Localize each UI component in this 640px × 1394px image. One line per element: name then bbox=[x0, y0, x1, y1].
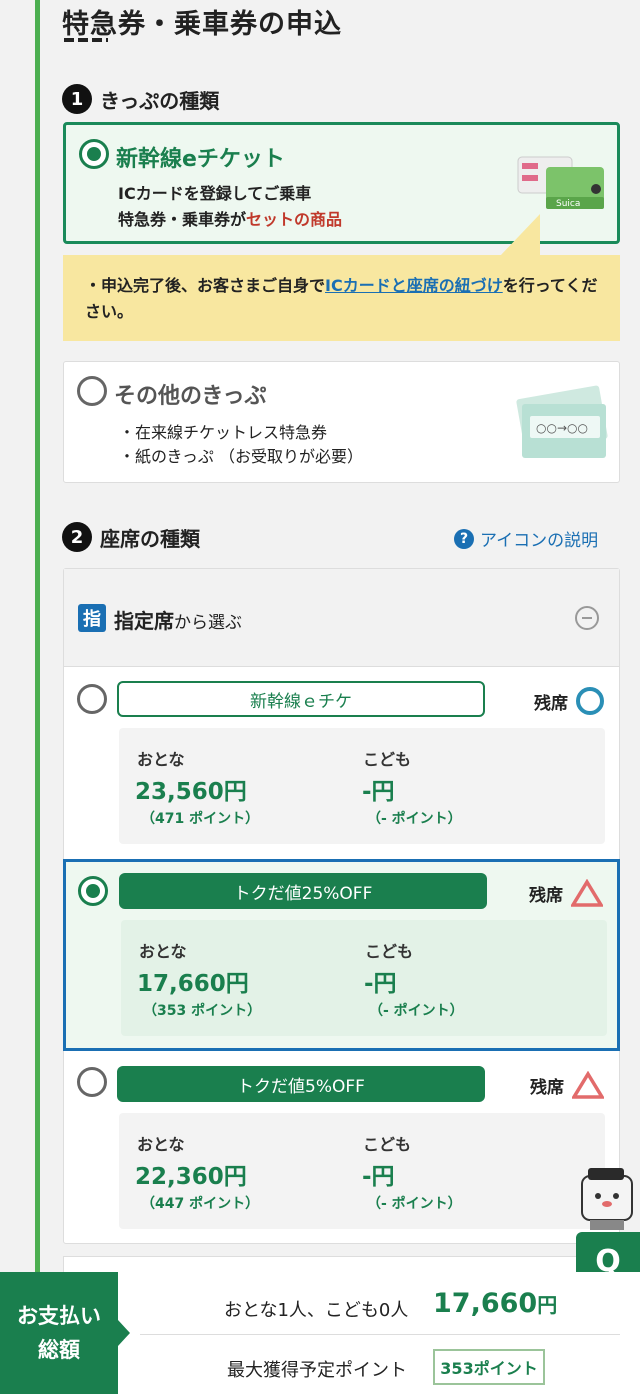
radio-fare-eticket[interactable] bbox=[77, 684, 107, 714]
radio-other[interactable] bbox=[77, 376, 107, 406]
payment-total-label: お支払い 総額 bbox=[0, 1272, 130, 1394]
reserved-seat-label: 指定席から選ぶ bbox=[114, 609, 242, 633]
eticket-desc-1: ICカードを登録してご乗車 bbox=[118, 184, 312, 203]
seat-availability: 残席 bbox=[530, 1071, 604, 1099]
radio-fare-toku5[interactable] bbox=[77, 1067, 107, 1097]
question-icon: ? bbox=[454, 528, 474, 549]
eticket-title: 新幹線eチケット bbox=[116, 147, 285, 172]
other-desc-2: ・紙のきっぷ （お受取りが必要） bbox=[119, 447, 363, 466]
option-other-ticket[interactable]: その他のきっぷ ・在来線チケットレス特急券 ・紙のきっぷ （お受取りが必要） ○… bbox=[63, 361, 620, 483]
paper-ticket-icon: ○○→○○ bbox=[516, 385, 608, 458]
fare-tag: トクだ値5%OFF bbox=[117, 1066, 485, 1102]
fare-option-toku5[interactable]: トクだ値5%OFF 残席 おとな 22,360円 （447 ポイント） こども … bbox=[64, 1053, 619, 1243]
mascot-icon[interactable] bbox=[576, 1166, 638, 1232]
passenger-count: おとな1人、こども0人 bbox=[224, 1300, 409, 1321]
fare-option-eticket[interactable]: 新幹線ｅチケ 残席 おとな 23,560円 （471 ポイント） こども -円 … bbox=[64, 668, 619, 858]
collapse-icon[interactable] bbox=[575, 606, 599, 630]
icon-help-link[interactable]: ? アイコンの説明 bbox=[454, 526, 598, 551]
ticket-type-heading: 1 きっぷの種類 bbox=[62, 84, 219, 114]
seat-availability: 残席 bbox=[534, 687, 604, 715]
footer-divider bbox=[140, 1334, 620, 1335]
available-circle-icon bbox=[576, 687, 604, 715]
fare-price-box: おとな 23,560円 （471 ポイント） こども -円 （- ポイント） bbox=[119, 728, 605, 844]
seat-type-label: 座席の種類 bbox=[100, 526, 200, 551]
points-badge: 353ポイント bbox=[433, 1349, 545, 1385]
svg-text:Suica: Suica bbox=[556, 199, 580, 209]
title-underline bbox=[64, 38, 108, 42]
step-number-1: 1 bbox=[62, 84, 92, 114]
step-number-2: 2 bbox=[62, 522, 92, 552]
notice-pointer bbox=[500, 214, 540, 256]
ticket-type-label: きっぷの種類 bbox=[100, 88, 220, 113]
other-title: その他のきっぷ bbox=[114, 384, 267, 409]
notice-box: ・申込完了後、お客さまご自身でICカードと座席の紐づけを行ってください。 bbox=[63, 255, 620, 341]
radio-fare-toku25[interactable] bbox=[78, 876, 108, 906]
seat-panel: 指 指定席から選ぶ 新幹線ｅチケ 残席 おとな 23,560円 （471 ポイン… bbox=[63, 568, 620, 1244]
few-seats-triangle-icon bbox=[572, 1071, 604, 1099]
reserved-seat-header[interactable]: 指 指定席から選ぶ bbox=[64, 569, 619, 667]
reserved-seat-icon: 指 bbox=[78, 604, 106, 632]
eticket-desc-2: 特急券・乗車券がセットの商品 bbox=[118, 210, 343, 229]
seat-type-heading: 2 座席の種類 bbox=[62, 522, 200, 552]
svg-text:○○→○○: ○○→○○ bbox=[536, 421, 588, 435]
radio-eticket[interactable] bbox=[79, 139, 109, 169]
total-price: 17,660円 bbox=[433, 1288, 558, 1319]
ic-seat-link[interactable]: ICカードと座席の紐づけ bbox=[325, 276, 503, 295]
fare-price-box: おとな 22,360円 （447 ポイント） こども -円 （- ポイント） bbox=[119, 1113, 605, 1229]
few-seats-triangle-icon bbox=[571, 879, 603, 907]
other-desc-1: ・在来線チケットレス特急券 bbox=[119, 423, 328, 442]
progress-rail bbox=[35, 0, 40, 1394]
fare-tag: 新幹線ｅチケ bbox=[117, 681, 485, 717]
ic-card-icon: Suica bbox=[517, 156, 604, 209]
fare-tag: トクだ値25%OFF bbox=[119, 873, 487, 909]
seat-availability: 残席 bbox=[529, 879, 603, 907]
fare-price-box: おとな 17,660円 （353 ポイント） こども -円 （- ポイント） bbox=[121, 920, 607, 1036]
fare-option-toku25[interactable]: トクだ値25%OFF 残席 おとな 17,660円 （353 ポイント） こども… bbox=[63, 859, 620, 1051]
points-label: 最大獲得予定ポイント bbox=[227, 1360, 407, 1381]
page-title: 特急券・乗車券の申込 bbox=[62, 9, 342, 40]
